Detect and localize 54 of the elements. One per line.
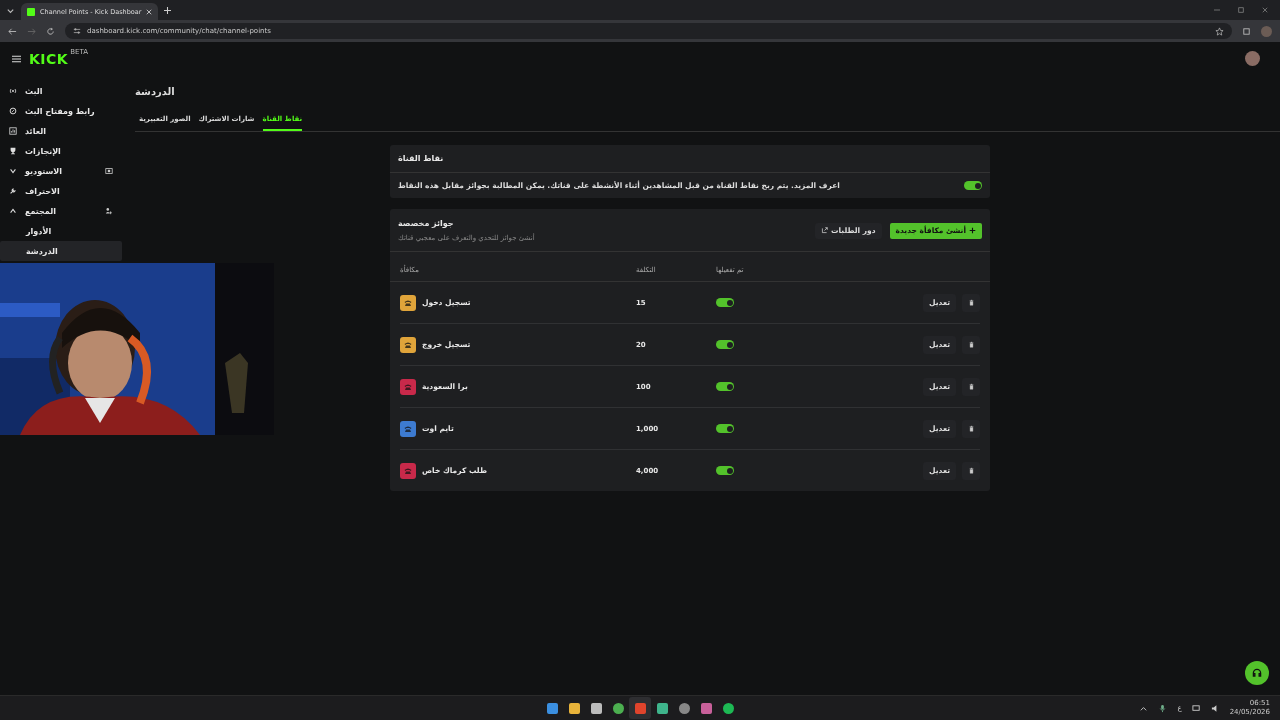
delete-button[interactable] xyxy=(962,461,980,480)
kick-logo[interactable]: KICK xyxy=(29,50,69,67)
broadcast-icon xyxy=(9,87,17,95)
back-icon[interactable] xyxy=(8,26,17,36)
card-title: نقاط القناة xyxy=(390,145,990,173)
restore-icon[interactable] xyxy=(1238,7,1244,13)
toggle-switch[interactable] xyxy=(716,340,734,349)
sidebar-item[interactable]: الإنجازات xyxy=(0,141,122,161)
menu-icon[interactable] xyxy=(12,54,21,63)
delete-button[interactable] xyxy=(962,335,980,354)
link-icon xyxy=(9,107,17,115)
toggle-switch[interactable] xyxy=(716,424,734,433)
trash-icon xyxy=(967,467,975,474)
sidebar-item[interactable]: رابط ومفتاح البث xyxy=(0,101,122,121)
sidebar-item[interactable]: البث xyxy=(0,81,122,101)
people-icon xyxy=(105,207,113,215)
trash-icon xyxy=(967,341,975,348)
delete-button[interactable] xyxy=(962,419,980,438)
sidebar-item[interactable]: العائد xyxy=(0,121,122,141)
close-icon[interactable] xyxy=(1262,7,1268,13)
microphone-icon[interactable] xyxy=(1158,703,1168,713)
page-title: الدردشة xyxy=(135,86,176,97)
delete-button[interactable] xyxy=(962,293,980,312)
close-icon[interactable] xyxy=(146,8,153,15)
user-avatar[interactable] xyxy=(1245,51,1260,66)
sidebar-item[interactable]: الاستوديو xyxy=(0,161,122,181)
sidebar-item[interactable]: المجتمع xyxy=(0,201,122,221)
sidebar-item[interactable]: الاحتراف xyxy=(0,181,122,201)
wrench-icon xyxy=(9,187,17,195)
toggle-switch[interactable] xyxy=(964,181,982,190)
favicon-icon xyxy=(27,7,35,16)
headset-icon xyxy=(1251,667,1263,679)
sidebar-item[interactable]: الدردشة xyxy=(0,241,122,261)
trash-icon xyxy=(967,425,975,432)
star-icon[interactable] xyxy=(1215,26,1224,36)
network-icon[interactable] xyxy=(1191,703,1201,713)
section-title: جوائز مخصصة xyxy=(398,219,455,228)
trash-icon xyxy=(967,299,975,306)
new-tab-icon[interactable] xyxy=(164,6,172,14)
reload-icon[interactable] xyxy=(46,26,55,36)
site-settings-icon[interactable] xyxy=(73,27,81,35)
sidebar-item[interactable]: الأدوار xyxy=(0,221,122,241)
extensions-icon[interactable] xyxy=(1242,26,1251,36)
trash-icon xyxy=(967,383,975,390)
film-icon xyxy=(105,167,113,175)
toggle-switch[interactable] xyxy=(716,298,734,307)
external-icon xyxy=(821,227,828,234)
trophy-icon xyxy=(9,147,17,155)
help-button[interactable] xyxy=(1245,661,1269,685)
chart-icon xyxy=(9,127,17,135)
delete-button[interactable] xyxy=(962,377,980,396)
toggle-switch[interactable] xyxy=(716,382,734,391)
plus-icon xyxy=(969,227,976,234)
toggle-switch[interactable] xyxy=(716,466,734,475)
